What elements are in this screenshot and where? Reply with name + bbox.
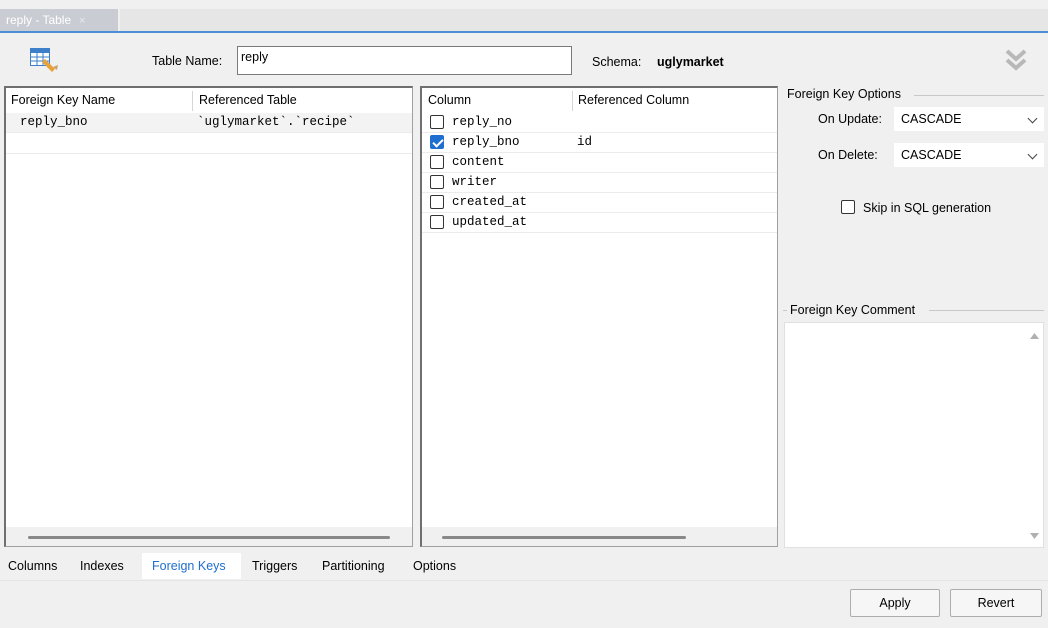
on-delete-select[interactable]: CASCADE [894,143,1044,167]
column-checkbox[interactable] [430,155,444,169]
column-name-cell: created_at [452,195,528,209]
column-name-cell: updated_at [452,215,528,229]
fk-list-horizontal-scrollbar[interactable] [6,527,412,546]
tab-triggers[interactable]: Triggers [252,559,297,573]
column-name-cell: reply_no [452,115,513,129]
column-list-scroll-thumb[interactable] [442,536,686,539]
column-checkbox[interactable] [430,215,444,229]
group-divider [929,310,1044,311]
column-name-cell: reply_bno [452,135,520,149]
on-delete-label: On Delete: [818,148,878,162]
column-checkbox-checked[interactable] [430,135,444,149]
column-name-cell: writer [452,175,498,189]
column-checkbox[interactable] [430,115,444,129]
schema-label: Schema: [592,55,642,69]
tab-underline [0,31,1048,33]
tab-options[interactable]: Options [413,559,456,573]
collapse-chevron-icon[interactable] [1003,46,1029,74]
document-tab-title: reply - Table [6,13,72,27]
column-header-referenced-table[interactable]: Referenced Table [199,93,297,110]
on-update-label: On Update: [818,112,882,126]
comment-vertical-scrollbar[interactable] [1025,323,1043,547]
column-row-content[interactable]: content [422,153,777,173]
table-name-input[interactable] [237,46,572,75]
fk-empty-row[interactable] [6,134,412,154]
header-separator [192,91,193,111]
fk-options-title: Foreign Key Options [787,87,901,101]
revert-button[interactable]: Revert [950,589,1042,617]
group-divider [783,310,787,311]
column-row-updated-at[interactable]: updated_at [422,213,777,233]
column-header-fk-name[interactable]: Foreign Key Name [11,93,115,110]
fk-comment-title: Foreign Key Comment [790,303,916,317]
referenced-column-cell[interactable]: id [577,135,592,149]
chevron-down-icon [1027,149,1038,160]
fk-row[interactable]: reply_bno `uglymarket`.`recipe` [6,113,412,133]
column-checkbox[interactable] [430,195,444,209]
fk-referenced-table-cell: `uglymarket`.`recipe` [197,115,355,129]
skip-sql-checkbox[interactable] [841,200,855,214]
scroll-up-arrow-icon[interactable] [1030,333,1039,339]
on-update-value: CASCADE [901,112,962,126]
close-tab-icon[interactable]: × [79,15,85,27]
table-name-label: Table Name: [152,54,223,68]
group-divider [914,95,1044,96]
tab-columns[interactable]: Columns [8,559,57,573]
column-row-created-at[interactable]: created_at [422,193,777,213]
fk-list-scroll-thumb[interactable] [28,536,390,539]
apply-button[interactable]: Apply [850,589,940,617]
column-name-cell: content [452,155,505,169]
document-tab-reply-table[interactable]: reply - Table × [0,9,118,31]
tab-foreign-keys[interactable]: Foreign Keys [152,559,226,573]
document-tabstrip: reply - Table × [0,0,1048,33]
header-separator [572,91,573,111]
on-update-select[interactable]: CASCADE [894,107,1044,131]
scroll-down-arrow-icon[interactable] [1030,533,1039,539]
table-editor-icon [30,48,58,72]
tabstrip-background [120,9,1048,31]
fk-comment-textarea[interactable] [784,322,1044,548]
chevron-down-icon [1027,113,1038,124]
foreign-key-list[interactable]: Foreign Key Name Referenced Table reply_… [4,86,413,547]
column-checkbox[interactable] [430,175,444,189]
tab-indexes[interactable]: Indexes [80,559,124,573]
column-header-column[interactable]: Column [428,93,471,110]
fk-name-cell: reply_bno [20,115,88,129]
schema-value: uglymarket [657,55,724,69]
skip-sql-label[interactable]: Skip in SQL generation [863,201,991,215]
on-delete-value: CASCADE [901,148,962,162]
column-row-reply-no[interactable]: reply_no [422,113,777,133]
column-row-writer[interactable]: writer [422,173,777,193]
fk-column-list[interactable]: Column Referenced Column reply_no reply_… [420,86,778,547]
column-header-referenced-column[interactable]: Referenced Column [578,93,689,110]
tab-partitioning[interactable]: Partitioning [322,559,385,573]
column-row-reply-bno[interactable]: reply_bno id [422,133,777,153]
column-list-horizontal-scrollbar[interactable] [422,527,777,546]
